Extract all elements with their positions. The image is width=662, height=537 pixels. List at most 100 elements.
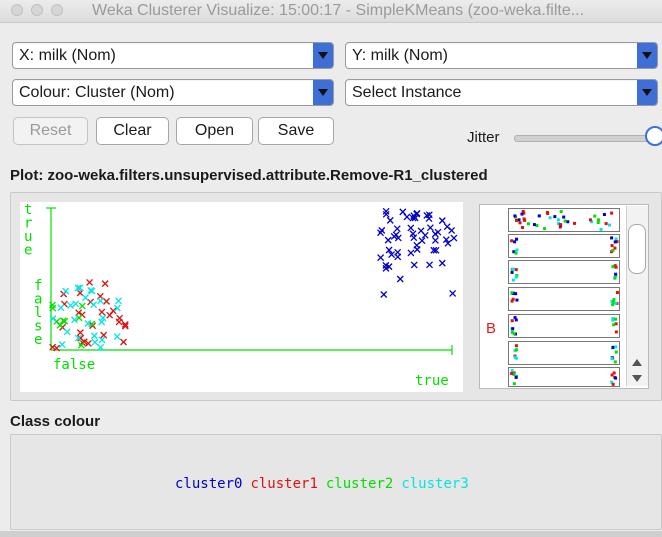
- plot-title: Plot: zoo-weka.filters.unsupervised.attr…: [10, 167, 488, 184]
- data-point[interactable]: [58, 341, 66, 349]
- data-point[interactable]: [392, 231, 400, 239]
- data-point[interactable]: [98, 336, 106, 344]
- instance-select-label: Select Instance: [352, 84, 462, 101]
- data-point[interactable]: [386, 216, 394, 224]
- data-point[interactable]: [103, 297, 110, 305]
- attribute-bar[interactable]: [508, 341, 620, 365]
- data-points[interactable]: [49, 207, 458, 352]
- data-point[interactable]: [450, 234, 458, 242]
- data-point[interactable]: [86, 279, 94, 286]
- data-point[interactable]: [106, 311, 114, 319]
- data-point[interactable]: [90, 301, 98, 309]
- chevron-down-icon[interactable]: [313, 43, 333, 68]
- data-point[interactable]: [421, 231, 429, 239]
- attribute-bar[interactable]: [508, 287, 620, 311]
- y-axis-select-label: Y: milk (Nom): [352, 47, 448, 64]
- data-point[interactable]: [72, 300, 80, 308]
- instance-select[interactable]: Select Instance: [345, 79, 658, 106]
- data-point[interactable]: [62, 287, 70, 295]
- legend-cluster0[interactable]: cluster0: [175, 476, 242, 492]
- data-point[interactable]: [409, 230, 417, 238]
- data-point[interactable]: [63, 328, 71, 336]
- close-window-icon[interactable]: [11, 4, 23, 16]
- scatter-plot[interactable]: true false false true: [20, 202, 463, 392]
- chevron-down-icon[interactable]: [313, 80, 333, 105]
- attribute-bar[interactable]: [508, 260, 620, 284]
- data-point[interactable]: [380, 291, 388, 298]
- data-point[interactable]: [115, 318, 123, 326]
- data-point[interactable]: [399, 208, 407, 216]
- data-point[interactable]: [425, 215, 433, 223]
- colour-select[interactable]: Colour: Cluster (Nom): [12, 79, 334, 106]
- x-axis-select-label: X: milk (Nom): [19, 47, 116, 64]
- data-point[interactable]: [438, 259, 446, 267]
- class-colour-title: Class colour: [10, 413, 101, 430]
- jitter-slider[interactable]: [514, 135, 656, 142]
- data-point[interactable]: [443, 223, 451, 231]
- open-button[interactable]: Open: [176, 117, 253, 145]
- data-point[interactable]: [120, 338, 127, 346]
- data-point[interactable]: [81, 294, 89, 302]
- attribute-scrollbar-thumb[interactable]: [628, 224, 646, 274]
- chevron-down-icon[interactable]: [637, 43, 657, 68]
- x-tick-true: true: [415, 373, 449, 389]
- y-tick-false: false: [34, 278, 42, 348]
- data-point[interactable]: [384, 236, 392, 244]
- save-button[interactable]: Save: [258, 117, 334, 145]
- jitter-label: Jitter: [467, 129, 500, 146]
- data-point[interactable]: [426, 261, 433, 269]
- zoom-window-icon[interactable]: [51, 4, 63, 16]
- minimize-window-icon[interactable]: [31, 4, 43, 16]
- jitter-slider-knob[interactable]: [645, 126, 662, 146]
- data-point[interactable]: [67, 302, 74, 309]
- data-point[interactable]: [101, 280, 109, 288]
- data-point[interactable]: [76, 329, 84, 337]
- data-point[interactable]: [413, 246, 421, 253]
- data-point[interactable]: [377, 254, 385, 262]
- chevron-down-icon[interactable]: [637, 80, 657, 105]
- legend-cluster2[interactable]: cluster2: [326, 476, 393, 492]
- data-point[interactable]: [91, 338, 99, 346]
- data-point[interactable]: [396, 275, 404, 283]
- data-point[interactable]: [403, 213, 411, 221]
- scroll-up-arrow-icon[interactable]: [628, 356, 646, 370]
- attribute-bar[interactable]: [508, 234, 620, 258]
- data-point[interactable]: [377, 229, 384, 237]
- bottom-edge: [0, 531, 662, 537]
- clear-button[interactable]: Clear: [96, 117, 169, 145]
- scatter-plot-svg[interactable]: true false false true: [20, 202, 463, 392]
- scroll-down-arrow-icon[interactable]: [628, 372, 646, 386]
- legend-cluster1[interactable]: cluster1: [250, 476, 317, 492]
- data-point[interactable]: [90, 332, 98, 340]
- data-point[interactable]: [418, 237, 426, 245]
- data-point[interactable]: [407, 249, 415, 257]
- attribute-bar[interactable]: [508, 314, 620, 338]
- data-point[interactable]: [438, 217, 446, 225]
- class-colour-legend: cluster0 cluster1 cluster2 cluster3: [175, 476, 477, 492]
- window-title: Weka Clusterer Visualize: 15:00:17 - Sim…: [92, 2, 585, 19]
- data-point[interactable]: [97, 297, 105, 305]
- data-point[interactable]: [407, 224, 415, 232]
- legend-cluster3[interactable]: cluster3: [401, 476, 468, 492]
- attribute-bar[interactable]: [508, 367, 620, 387]
- data-point[interactable]: [449, 289, 457, 297]
- y-tick-letter: e: [34, 332, 42, 348]
- reset-button[interactable]: Reset: [13, 117, 88, 145]
- data-point[interactable]: [393, 225, 401, 233]
- y-tick-true: true: [24, 202, 32, 259]
- data-point[interactable]: [394, 253, 402, 261]
- y-tick-letter: e: [24, 243, 32, 259]
- data-point[interactable]: [115, 297, 122, 305]
- data-point[interactable]: [100, 331, 108, 339]
- data-point[interactable]: [78, 302, 86, 310]
- data-point[interactable]: [98, 308, 106, 316]
- x-axis-select[interactable]: X: milk (Nom): [12, 42, 334, 69]
- data-point[interactable]: [410, 261, 418, 269]
- data-point[interactable]: [431, 230, 439, 238]
- data-point[interactable]: [426, 224, 434, 232]
- data-point[interactable]: [113, 333, 121, 341]
- y-axis-select[interactable]: Y: milk (Nom): [345, 42, 658, 69]
- attribute-bar[interactable]: [508, 208, 620, 232]
- data-point[interactable]: [431, 236, 439, 244]
- data-point[interactable]: [57, 304, 65, 312]
